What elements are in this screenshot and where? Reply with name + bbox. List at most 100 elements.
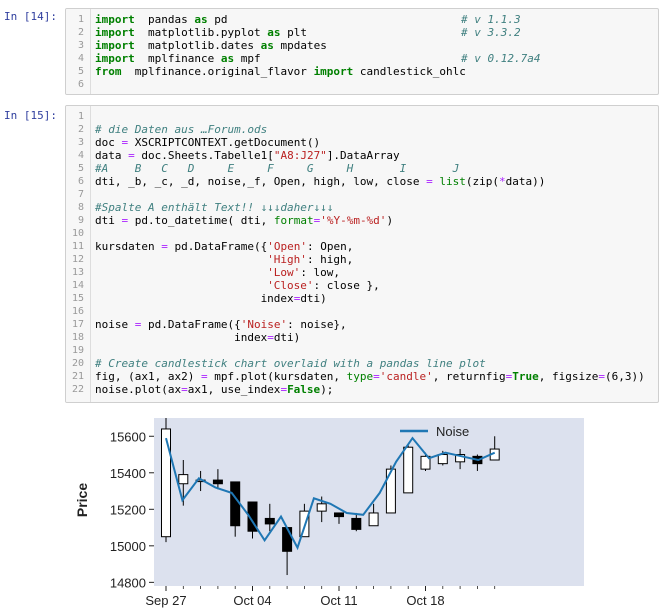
line-number: 8 — [77, 202, 84, 213]
code-cell-2[interactable]: 1 2 # die Daten aus …Forum.ods 3 doc = XSCRI… — [65, 105, 659, 403]
candle-body — [230, 481, 241, 527]
code-text: fig, (ax1, ax2) = mpf.plot(kursdaten, ty… — [95, 370, 645, 383]
version-comment: # v 0.12.7a4 — [461, 52, 541, 65]
y-tick-label: 14800 — [110, 575, 146, 590]
line-number: 5 — [77, 163, 84, 174]
code-line[interactable]: 18 index=dti) — [66, 331, 658, 344]
code-line[interactable]: 4 import mplfinance as mpf # v 0.12.7a4 — [66, 52, 658, 65]
code-line[interactable]: 3 import matplotlib.dates as mpdates — [66, 39, 658, 52]
line-number: 4 — [77, 53, 84, 64]
code-line[interactable]: 1 — [66, 110, 658, 123]
line-number: 20 — [71, 358, 84, 369]
code-text: #A B C D E F G H I J — [95, 162, 460, 175]
line-number: 1 — [77, 111, 84, 122]
code-text: doc = XSCRIPTCONTEXT.getDocument() — [95, 136, 321, 149]
version-comment: # v 1.1.3 — [461, 13, 521, 26]
code-text: import matplotlib.pyplot as plt — [95, 26, 307, 39]
y-axis-label: Price — [74, 483, 90, 517]
code-text: 'Close': close }, — [267, 279, 380, 292]
y-tick-label: 15200 — [110, 502, 146, 517]
x-tick-label: Sep 27 — [145, 593, 186, 608]
line-number: 12 — [71, 254, 84, 265]
code-text: # die Daten aus …Forum.ods — [95, 123, 268, 136]
x-tick-label: Oct 18 — [406, 593, 444, 608]
code-text: noise.plot(ax=ax1, use_index=False); — [95, 383, 334, 396]
code-line[interactable]: 9 dti = pd.to_datetime( dti, format='%Y-%… — [66, 214, 658, 227]
code-text: index=dti) — [95, 292, 327, 305]
line-number: 13 — [71, 267, 84, 278]
line-number: 6 — [77, 79, 84, 90]
x-axis: Sep 27 Oct 04 Oct 11 Oct 18 — [145, 586, 496, 608]
line-number: 6 — [77, 176, 84, 187]
cell2-prompt: In [15]: — [4, 109, 57, 122]
code-text: #Spalte A enthält Text!! ↓↓↓daher↓↓↓ — [95, 201, 334, 214]
candle-body — [368, 512, 379, 527]
line-number: 3 — [77, 137, 84, 148]
code-text: # Create candlestick chart overlaid with… — [95, 357, 486, 370]
code-line[interactable]: 5 #A B C D E F G H I J — [66, 162, 658, 175]
candlestick-chart: 15600 15400 15200 15000 14800 Sep 27 Oct 04 Oc… — [74, 418, 584, 608]
code-line[interactable]: 6 — [66, 78, 658, 91]
code-text: from mplfinance.original_flavor import c… — [95, 65, 466, 78]
code-line[interactable]: 6 dti, _b, _c, _d, noise,_f, Open, high, … — [66, 175, 658, 188]
code-line[interactable]: 20 # Create candlestick chart overlaid wi… — [66, 357, 658, 370]
code-line[interactable]: 14 'Close': close }, — [66, 279, 658, 292]
code-text: data = doc.Sheets.Tabelle1["A8:J27"].Dat… — [95, 149, 400, 162]
code-line[interactable]: 4 data = doc.Sheets.Tabelle1["A8:J27"].Da… — [66, 149, 658, 162]
code-text: kursdaten = pd.DataFrame({'Open': Open, — [95, 240, 354, 253]
line-number: 2 — [77, 27, 84, 38]
line-number: 7 — [77, 189, 84, 200]
line-number: 18 — [71, 332, 84, 343]
code-line[interactable]: 17 noise = pd.DataFrame({'Noise': noise}, — [66, 318, 658, 331]
code-line[interactable]: 5 from mplfinance.original_flavor import … — [66, 65, 658, 78]
code-line[interactable]: 3 doc = XSCRIPTCONTEXT.getDocument() — [66, 136, 658, 149]
code-text: index=dti) — [95, 331, 301, 344]
code-line[interactable]: 19 — [66, 344, 658, 357]
code-line[interactable]: 8 #Spalte A enthält Text!! ↓↓↓daher↓↓↓ — [66, 201, 658, 214]
code-text: dti = pd.to_datetime( dti, format='%Y-%m… — [95, 214, 394, 227]
code-line[interactable]: 1 import pandas as pd # v 1.1.3 — [66, 13, 658, 26]
line-number: 17 — [71, 319, 84, 330]
candle-body — [351, 517, 362, 530]
y-axis: 15600 15400 15200 15000 14800 — [110, 429, 154, 590]
code-line[interactable]: 22 noise.plot(ax=ax1, use_index=False); — [66, 383, 658, 396]
line-number: 21 — [71, 371, 84, 382]
code-line[interactable]: 12 'High': high, — [66, 253, 658, 266]
line-number: 14 — [71, 280, 84, 291]
code-line[interactable]: 7 — [66, 188, 658, 201]
code-text: 'Low': low, — [267, 266, 341, 279]
line-number: 10 — [71, 228, 84, 239]
code-line[interactable]: 21 fig, (ax1, ax2) = mpf.plot(kursdaten, … — [66, 370, 658, 383]
code-line[interactable]: 13 'Low': low, — [66, 266, 658, 279]
legend-label-noise: Noise — [436, 424, 469, 439]
line-number: 3 — [77, 40, 84, 51]
code-text: noise = pd.DataFrame({'Noise': noise}, — [95, 318, 347, 331]
cell1-prompt: In [14]: — [4, 10, 57, 23]
x-tick-label: Oct 04 — [233, 593, 271, 608]
line-number: 5 — [77, 66, 84, 77]
line-number: 16 — [71, 306, 84, 317]
candle-body — [282, 527, 293, 552]
candle-body — [316, 503, 327, 512]
x-tick-label: Oct 11 — [320, 593, 357, 608]
code-line[interactable]: 15 index=dti) — [66, 292, 658, 305]
code-text: dti, _b, _c, _d, noise,_f, Open, high, l… — [95, 175, 546, 188]
code-cell-1[interactable]: 1 import pandas as pd # v 1.1.3 2 import mat… — [65, 8, 659, 95]
line-number: 4 — [77, 150, 84, 161]
line-number: 19 — [71, 345, 84, 356]
candle-body — [264, 517, 275, 525]
candle-body — [437, 454, 448, 465]
line-number: 22 — [71, 384, 84, 395]
candle-body — [161, 428, 171, 538]
code-line[interactable]: 2 import matplotlib.pyplot as plt # v 3.3.… — [66, 26, 658, 39]
line-number: 1 — [77, 14, 84, 25]
candle-body — [178, 474, 189, 485]
code-line[interactable]: 10 — [66, 227, 658, 240]
code-text: import mplfinance as mpf — [95, 52, 261, 65]
candle-body — [403, 446, 414, 494]
code-line[interactable]: 16 — [66, 305, 658, 318]
code-line[interactable]: 2 # die Daten aus …Forum.ods — [66, 123, 658, 136]
code-line[interactable]: 11 kursdaten = pd.DataFrame({'Open': Open… — [66, 240, 658, 253]
candle-body — [212, 479, 223, 485]
plot-area — [154, 418, 584, 586]
